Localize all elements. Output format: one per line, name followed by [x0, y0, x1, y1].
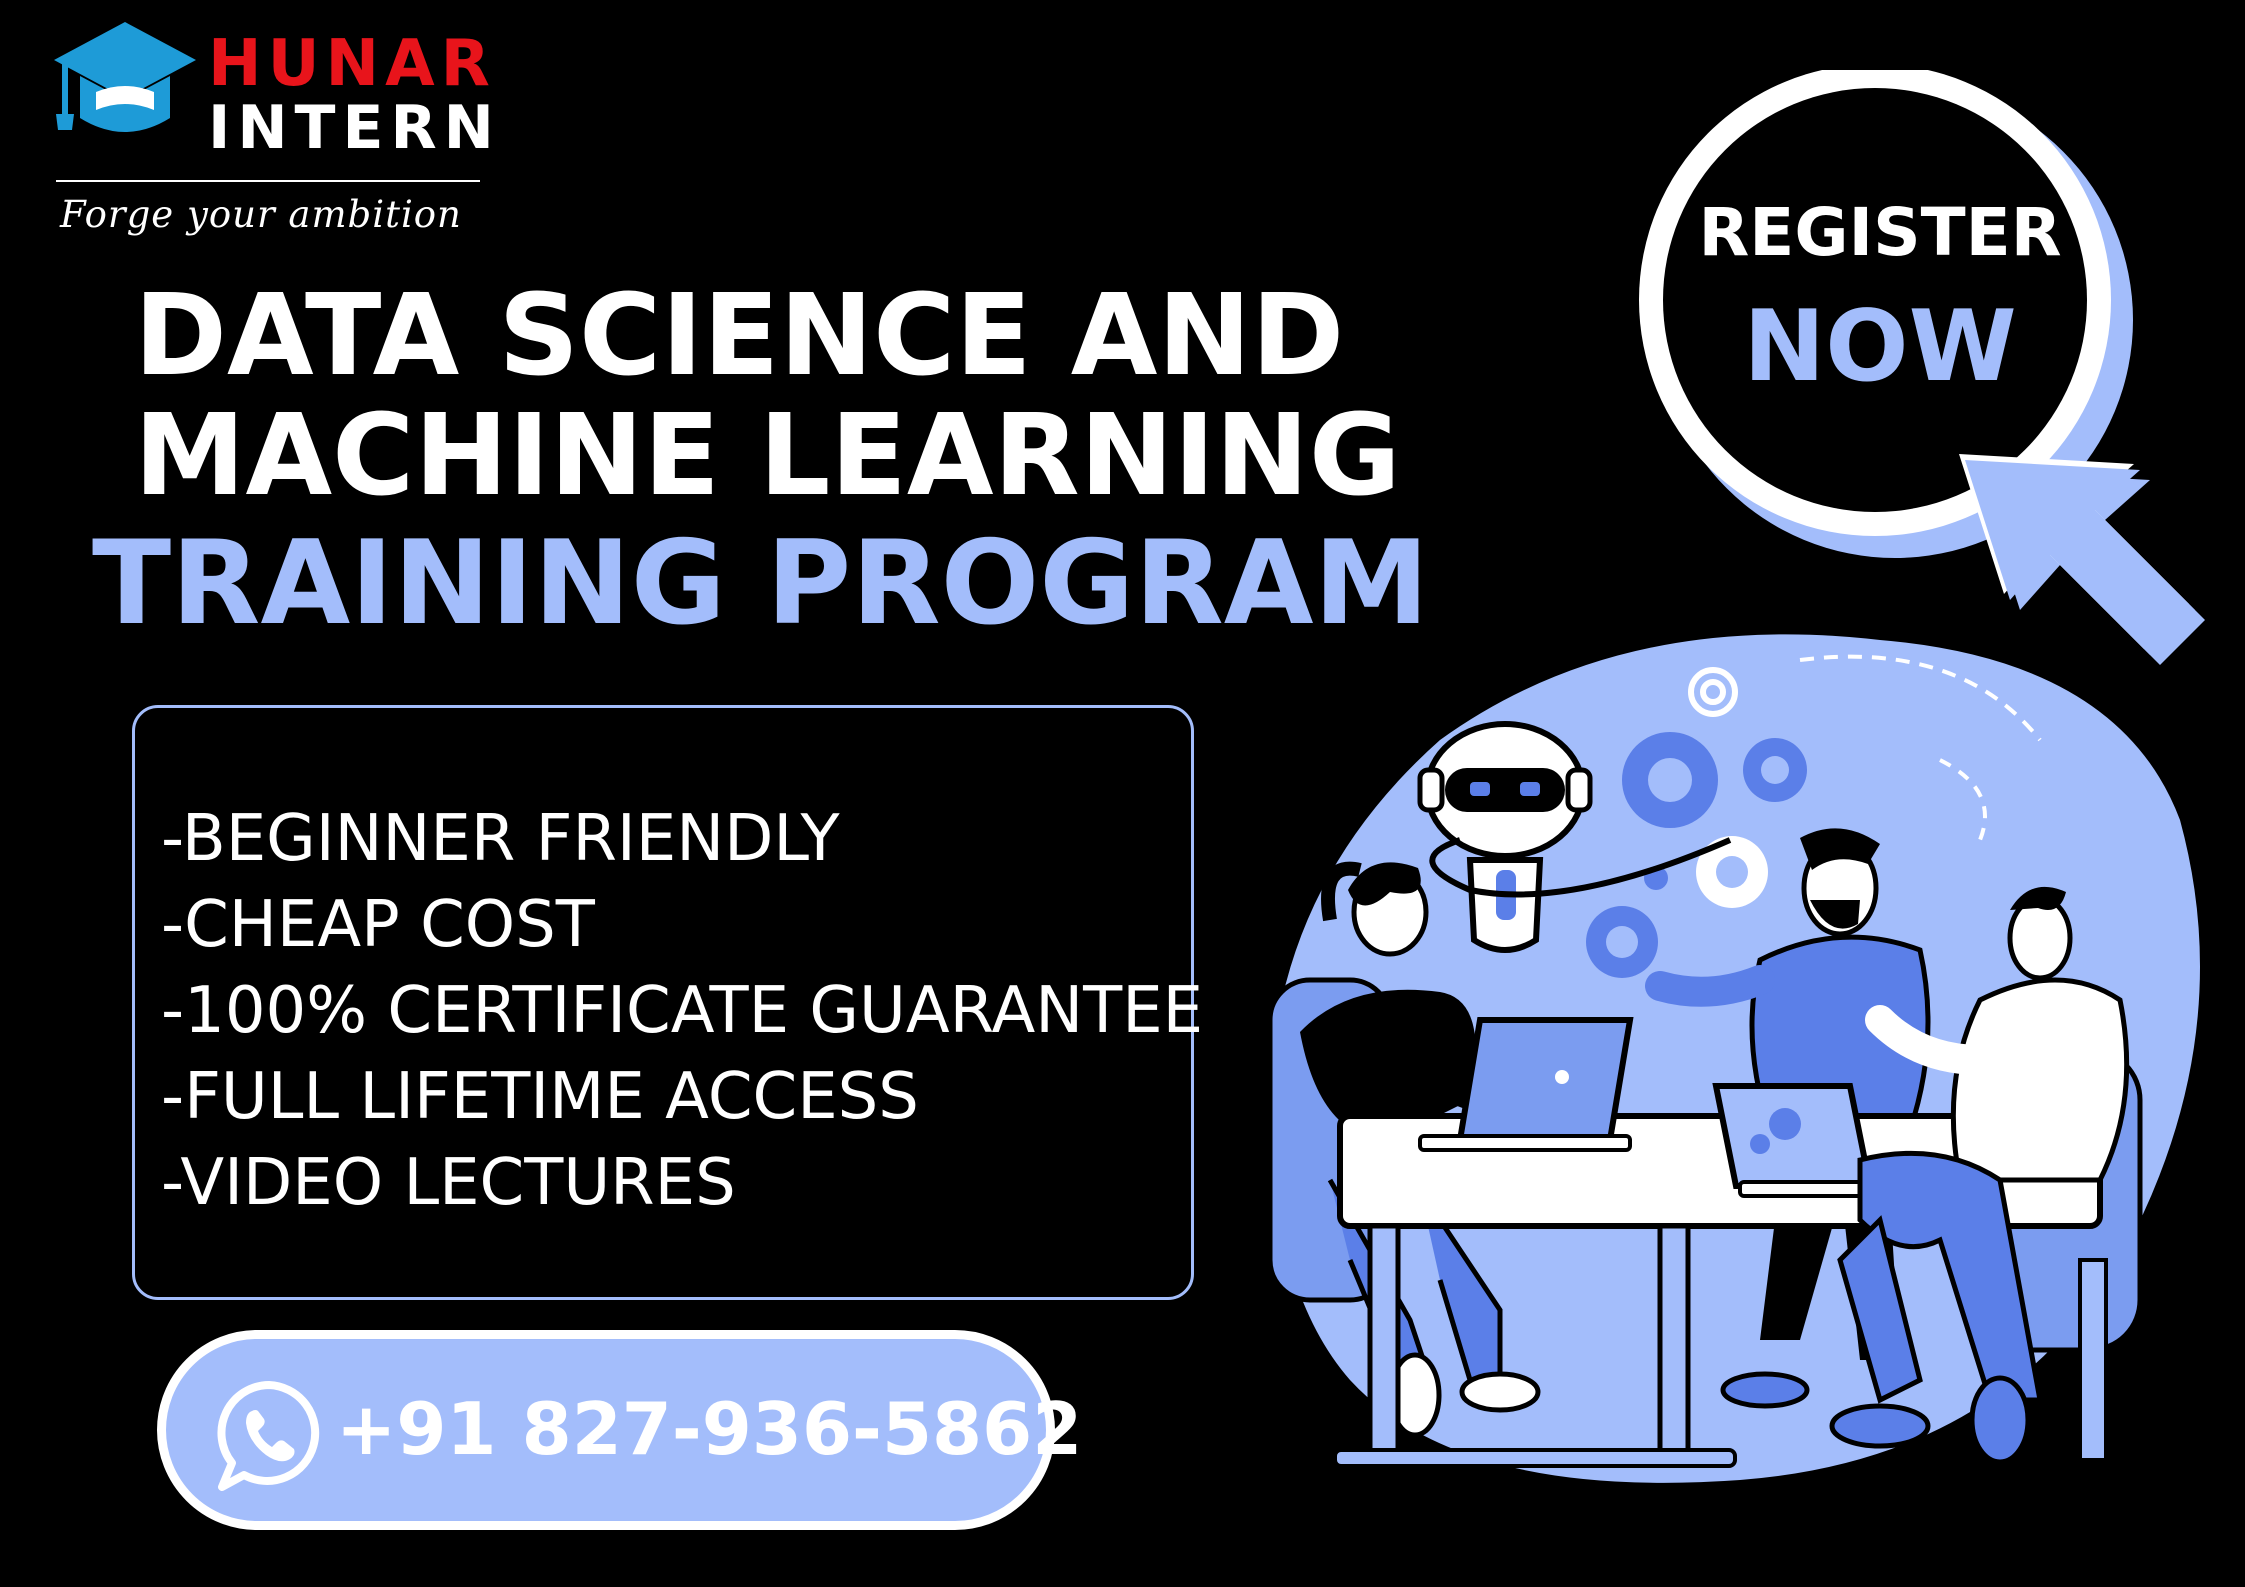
graduation-cap-icon [54, 22, 196, 132]
title-line-1: DATA SCIENCE AND [134, 271, 1345, 401]
gear-icon [1743, 738, 1807, 802]
feature-item: -VIDEO LECTURES [161, 1146, 736, 1220]
register-now-button[interactable]: REGISTER NOW [1620, 70, 2220, 710]
features-box: -BEGINNER FRIENDLY -CHEAP COST -100% CER… [132, 705, 1203, 1300]
whatsapp-contact-button[interactable]: +91 827-936-5862 [157, 1330, 1082, 1530]
register-label: REGISTER [1698, 194, 2062, 271]
gear-icon [1586, 906, 1658, 978]
team-illustration [1267, 634, 2200, 1483]
brand-name-top: HUNAR [208, 27, 496, 101]
page-title: DATA SCIENCE AND MACHINE LEARNING TRAINI… [92, 280, 1429, 642]
brand-tagline: Forge your ambition [60, 193, 462, 236]
feature-item: -CHEAP COST [161, 888, 595, 962]
phone-number: +91 827-936-5862 [336, 1387, 1083, 1471]
whatsapp-icon [217, 1381, 320, 1491]
feature-item: -FULL LIFETIME ACCESS [161, 1060, 919, 1134]
title-line-2: MACHINE LEARNING [134, 391, 1401, 521]
logo-divider [56, 180, 480, 182]
feature-item: -100% CERTIFICATE GUARANTEE [161, 974, 1204, 1048]
now-label: NOW [1743, 290, 2017, 404]
features-list: -BEGINNER FRIENDLY -CHEAP COST -100% CER… [161, 796, 1203, 1226]
brand-name-bottom: INTERN [208, 93, 501, 163]
title-line-3: TRAINING PROGRAM [92, 516, 1430, 651]
brand-logo: HUNAR INTERN Forge your ambition [50, 18, 494, 233]
feature-item: -BEGINNER FRIENDLY [161, 802, 840, 876]
gear-icon [1622, 732, 1718, 828]
